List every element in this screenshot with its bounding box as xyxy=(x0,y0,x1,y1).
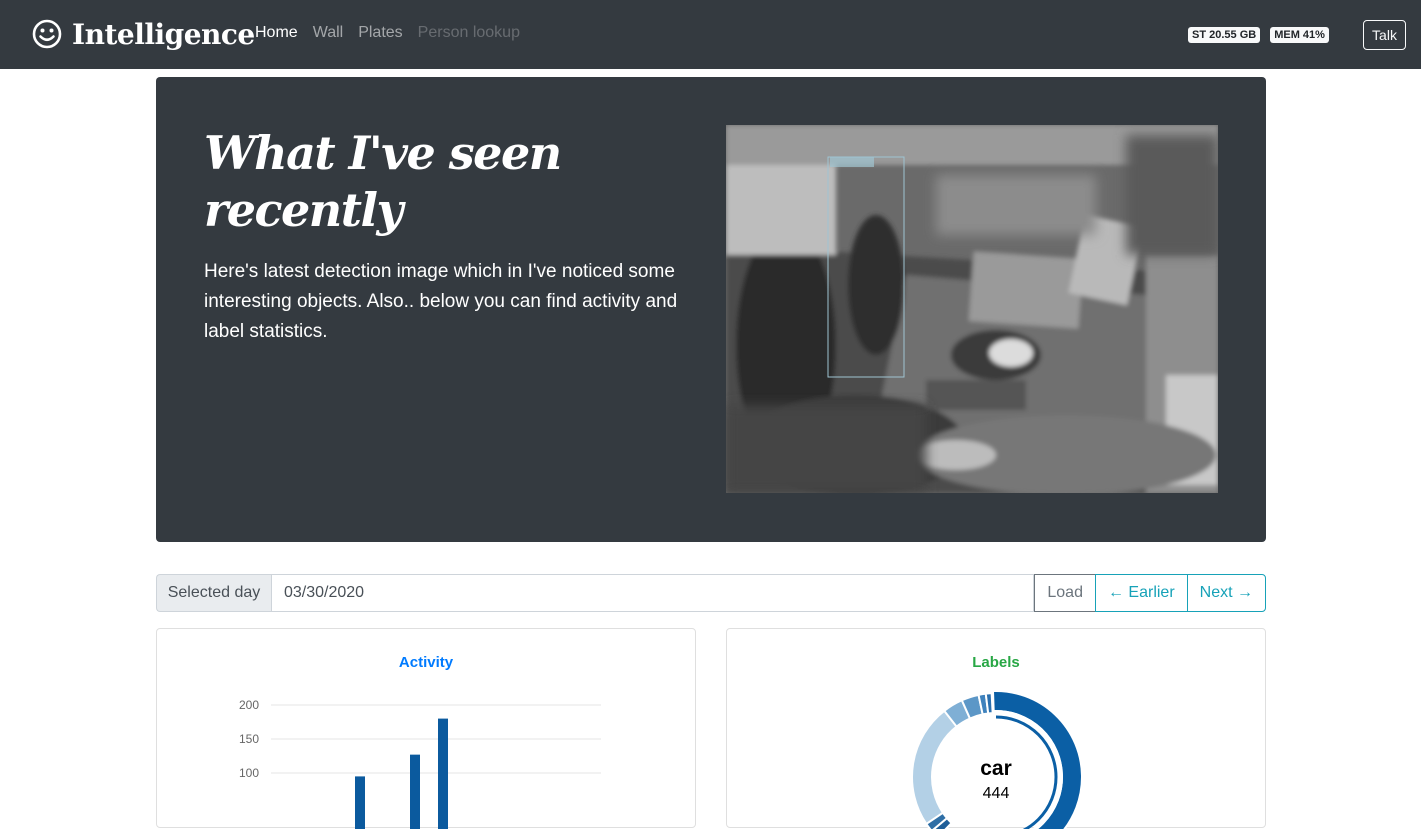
load-button[interactable]: Load xyxy=(1034,574,1096,612)
smiley-icon xyxy=(32,19,62,49)
donut-slice-2[interactable] xyxy=(911,709,959,826)
earlier-button[interactable]: ← Earlier xyxy=(1094,574,1188,612)
next-button[interactable]: Next → xyxy=(1186,574,1266,612)
activity-bar[interactable] xyxy=(410,754,420,829)
activity-card: Activity 100 150 200 xyxy=(156,628,696,829)
activity-bar[interactable] xyxy=(355,776,365,829)
day-picker: Selected day Load ← Earlier Next → xyxy=(156,574,1266,612)
hero-title: What I've seen recently xyxy=(204,126,562,237)
status-badges: ST 20.55 GB MEM 41% xyxy=(1188,27,1329,43)
hero-lead: Here's latest detection image which in I… xyxy=(204,261,678,342)
selected-day-label: Selected day xyxy=(156,574,271,612)
brand[interactable]: Intelligence xyxy=(32,14,255,54)
date-input[interactable] xyxy=(271,574,1035,612)
nav-wall[interactable]: Wall xyxy=(313,24,344,42)
nav-links: Home Wall Plates Person lookup xyxy=(255,24,535,42)
activity-bar[interactable] xyxy=(438,718,448,829)
y-tick-label: 200 xyxy=(239,698,259,712)
y-tick-label: 100 xyxy=(239,766,259,780)
nav-home[interactable]: Home xyxy=(255,24,298,42)
detection-photo xyxy=(726,125,1218,493)
latest-detection-image[interactable] xyxy=(726,125,1218,493)
nav-plates[interactable]: Plates xyxy=(358,24,402,42)
labels-card: Labels car 444 xyxy=(726,628,1266,829)
top-navbar: Intelligence Home Wall Plates Person loo… xyxy=(0,0,1421,69)
labels-chart: car 444 xyxy=(911,690,1083,829)
donut-center-label: car xyxy=(980,757,1012,780)
nav-person-lookup: Person lookup xyxy=(417,24,520,41)
brand-name: Intelligence xyxy=(72,17,255,51)
storage-badge: ST 20.55 GB xyxy=(1188,27,1261,43)
memory-badge: MEM 41% xyxy=(1270,27,1329,43)
hero-panel: What I've seen recently Here's latest de… xyxy=(156,77,1266,542)
talk-button[interactable]: Talk xyxy=(1363,20,1406,50)
y-tick-label: 150 xyxy=(239,732,259,746)
activity-chart: 100 150 200 xyxy=(239,698,601,829)
